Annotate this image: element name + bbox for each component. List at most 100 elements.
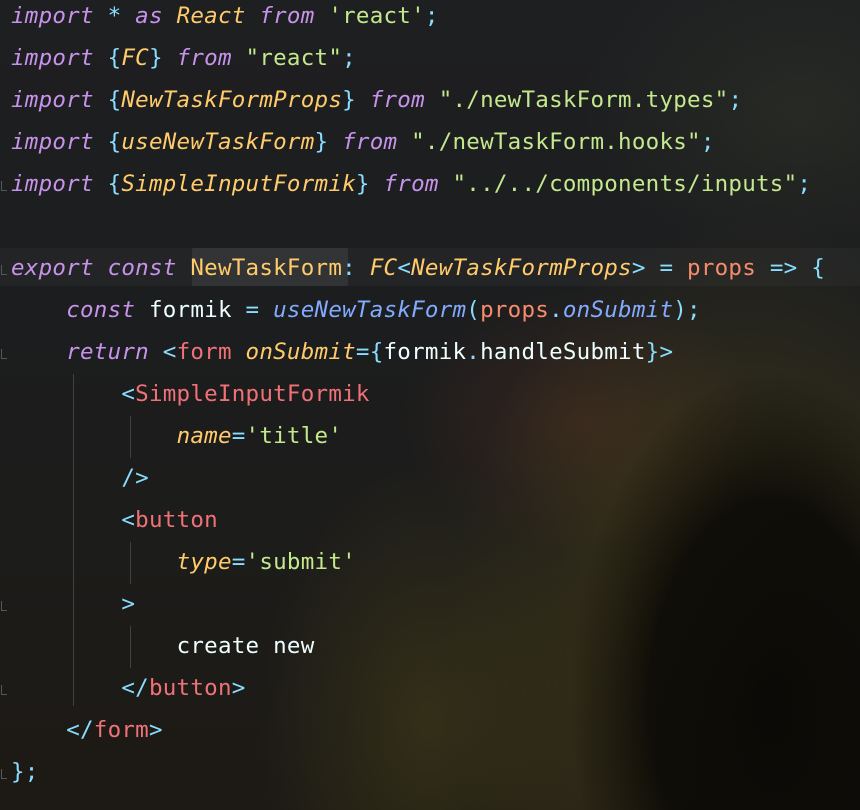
code-token: props — [480, 297, 550, 323]
code-token: = — [659, 255, 674, 281]
code-token: . — [466, 339, 481, 365]
code-editor[interactable]: import * as React from 'react'; import {F… — [0, 0, 860, 810]
code-line[interactable]: export const NewTaskForm: FC<NewTaskForm… — [11, 247, 825, 289]
code-token: ={ — [355, 339, 384, 365]
code-line[interactable]: import {FC} from "react"; — [11, 37, 356, 79]
code-token: < — [121, 381, 136, 407]
code-token: . — [549, 297, 563, 323]
code-token: "react" — [245, 45, 343, 71]
fold-marker-icon[interactable] — [0, 347, 9, 359]
code-token: > — [231, 675, 246, 701]
code-token: > — [148, 717, 163, 743]
code-line[interactable]: }; — [11, 751, 39, 793]
code-token: { — [107, 171, 122, 197]
code-line[interactable]: <SimpleInputFormik — [11, 373, 370, 415]
code-token: SimpleInputFormik — [121, 171, 356, 197]
code-token: = — [231, 423, 246, 449]
fold-marker-icon[interactable] — [0, 179, 9, 191]
code-token: from — [369, 87, 425, 113]
code-token: create new — [176, 633, 315, 659]
code-line[interactable]: type='submit' — [11, 541, 356, 583]
code-token: from — [383, 171, 439, 197]
fold-marker-icon[interactable] — [0, 683, 9, 695]
code-token: /> — [121, 465, 149, 491]
code-token: SimpleInputFormik — [135, 381, 370, 407]
code-line[interactable]: const formik = useNewTaskForm(props.onSu… — [11, 289, 701, 331]
code-line[interactable]: /> — [11, 457, 149, 499]
code-line[interactable]: import {NewTaskFormProps} from "./newTas… — [11, 79, 742, 121]
code-line[interactable]: create new — [11, 625, 315, 667]
code-token: useNewTaskForm — [273, 297, 467, 323]
code-token: => — [769, 255, 798, 281]
code-token: ); — [673, 297, 701, 323]
code-token: FC — [369, 255, 398, 281]
code-line[interactable]: import {SimpleInputFormik} from "../../c… — [11, 163, 811, 205]
code-token: NewTaskForm — [190, 255, 343, 281]
code-token: < — [162, 339, 177, 365]
code-token: ; — [728, 87, 743, 113]
code-token: 'submit' — [245, 549, 356, 575]
code-token: = — [245, 297, 260, 323]
code-line[interactable]: import {useNewTaskForm} from "./newTaskF… — [11, 121, 715, 163]
code-token: formik — [383, 339, 467, 365]
code-token: import — [11, 45, 94, 71]
code-token: onSubmit — [245, 339, 356, 365]
code-token: import — [11, 171, 94, 197]
code-line[interactable]: import * as React from 'react'; — [11, 0, 439, 37]
fold-marker-icon[interactable] — [0, 767, 9, 779]
code-token: 'title' — [245, 423, 343, 449]
code-token: import — [11, 129, 94, 155]
code-token: </ — [121, 675, 149, 701]
code-token: < — [397, 255, 412, 281]
code-token: formik — [148, 297, 232, 323]
code-token: name — [176, 423, 232, 449]
code-token: as — [135, 3, 163, 29]
code-token: form — [93, 717, 149, 743]
code-line[interactable]: name='title' — [11, 415, 342, 457]
code-token: onSubmit — [562, 297, 674, 323]
code-line[interactable]: </button> — [11, 667, 246, 709]
code-token: export — [11, 255, 94, 281]
code-token: = — [231, 549, 246, 575]
code-token: { — [107, 87, 122, 113]
code-token: ; — [342, 45, 356, 71]
code-token: NewTaskFormProps — [121, 87, 343, 113]
code-token: </ — [66, 717, 94, 743]
fold-marker-icon[interactable] — [0, 263, 9, 275]
code-token: FC — [121, 45, 149, 71]
code-token: import — [11, 3, 94, 29]
code-line[interactable]: > — [11, 583, 135, 625]
code-line[interactable]: </form> — [11, 709, 163, 751]
code-token: from — [259, 3, 315, 29]
code-line[interactable]: return <form onSubmit={formik.handleSubm… — [11, 331, 673, 373]
code-token: "../../components/inputs" — [452, 171, 798, 197]
code-token: ( — [466, 297, 481, 323]
fold-marker-icon[interactable] — [0, 599, 9, 611]
code-token: } — [355, 171, 370, 197]
code-line[interactable]: <button — [11, 499, 218, 541]
